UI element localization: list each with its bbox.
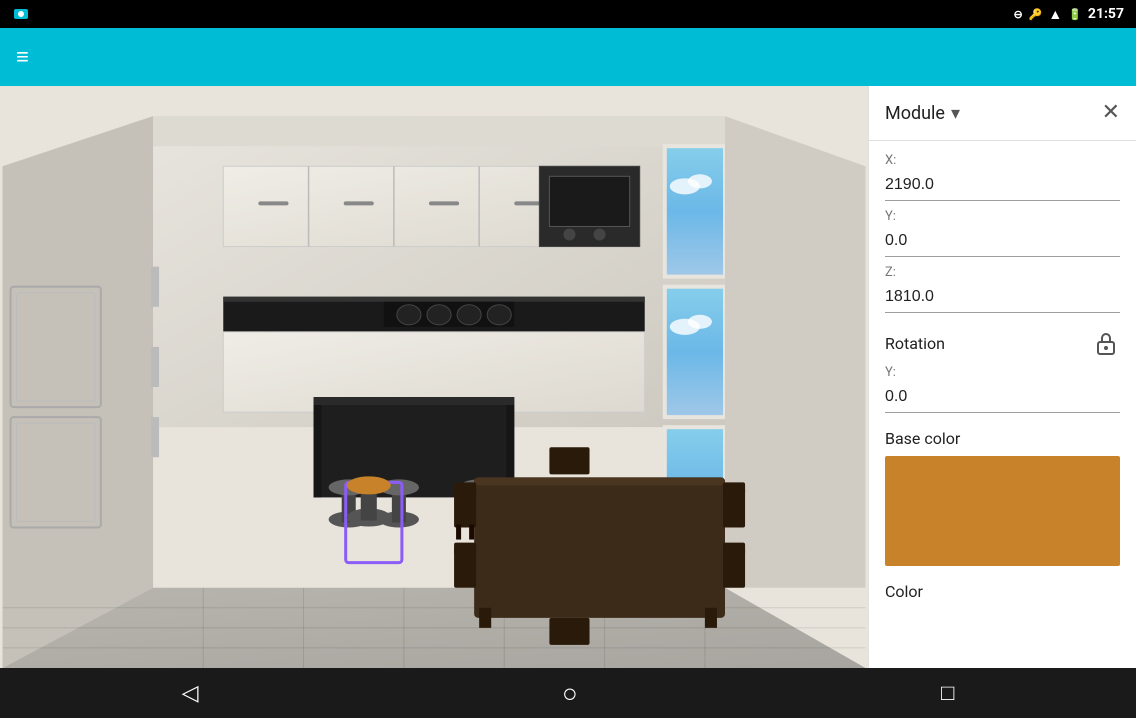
toolbar: ≡ bbox=[0, 28, 1136, 86]
z-input[interactable] bbox=[885, 282, 1120, 313]
z-field-group: Z: bbox=[885, 265, 1120, 313]
wifi-icon: ▲ bbox=[1048, 6, 1062, 23]
rotation-y-label: Y: bbox=[885, 365, 1120, 380]
rotation-y-field-group: Y: bbox=[885, 365, 1120, 413]
x-field-group: X: bbox=[885, 153, 1120, 201]
z-label: Z: bbox=[885, 265, 1120, 280]
color-section: Color bbox=[885, 582, 1120, 601]
menu-button[interactable]: ≡ bbox=[16, 44, 29, 70]
y-input[interactable] bbox=[885, 226, 1120, 257]
base-color-section: Base color bbox=[885, 429, 1120, 566]
recent-apps-button[interactable]: □ bbox=[941, 680, 954, 706]
y-field-group: Y: bbox=[885, 209, 1120, 257]
rotation-header: Rotation bbox=[885, 329, 1120, 357]
status-bar-left bbox=[12, 7, 30, 21]
android-icon bbox=[12, 7, 30, 21]
rotation-section: Rotation Y: bbox=[885, 329, 1120, 413]
panel-body: X: Y: Z: Rotation bbox=[869, 141, 1136, 668]
key-icon: 🔑 bbox=[1029, 8, 1043, 21]
status-bar-right: ⊖ 🔑 ▲ 🔋 21:57 bbox=[1013, 6, 1124, 23]
home-button[interactable]: ○ bbox=[562, 678, 578, 709]
clock: 21:57 bbox=[1088, 6, 1124, 22]
panel-title: Module bbox=[885, 103, 945, 124]
side-panel: Module ▾ ✕ X: Y: Z: bbox=[868, 86, 1136, 668]
block-icon: ⊖ bbox=[1013, 8, 1022, 21]
status-bar: ⊖ 🔑 ▲ 🔋 21:57 bbox=[0, 0, 1136, 28]
lock-button[interactable] bbox=[1092, 329, 1120, 357]
x-label: X: bbox=[885, 153, 1120, 168]
color-swatch[interactable] bbox=[885, 456, 1120, 566]
battery-icon: 🔋 bbox=[1068, 8, 1082, 21]
main-content: Module ▾ ✕ X: Y: Z: bbox=[0, 86, 1136, 668]
back-button[interactable]: ◁ bbox=[182, 681, 199, 706]
lock-icon bbox=[1095, 331, 1117, 355]
rotation-y-input[interactable] bbox=[885, 382, 1120, 413]
y-label: Y: bbox=[885, 209, 1120, 224]
bottom-nav: ◁ ○ □ bbox=[0, 668, 1136, 718]
x-input[interactable] bbox=[885, 170, 1120, 201]
scene-view bbox=[0, 86, 868, 668]
close-button[interactable]: ✕ bbox=[1102, 102, 1120, 124]
panel-title-row: Module ▾ bbox=[885, 103, 960, 124]
kitchen-scene bbox=[0, 86, 868, 668]
panel-header: Module ▾ ✕ bbox=[869, 86, 1136, 141]
dropdown-arrow[interactable]: ▾ bbox=[951, 103, 960, 124]
rotation-label: Rotation bbox=[885, 334, 945, 353]
base-color-label: Base color bbox=[885, 429, 1120, 448]
color-label: Color bbox=[885, 582, 1120, 601]
